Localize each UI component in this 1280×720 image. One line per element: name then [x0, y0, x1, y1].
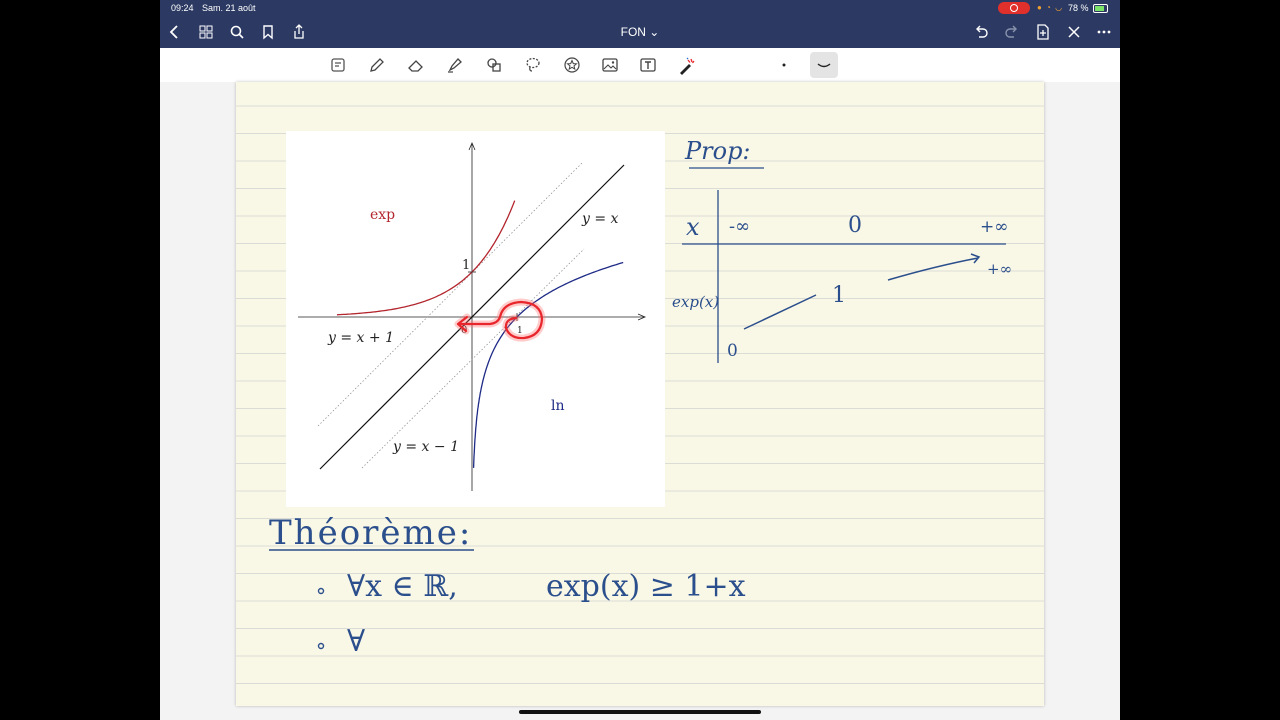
status-bar: 09:24 Sam. 21 août ● ◔ ◡ 78 % — [160, 0, 1120, 17]
variation-arrow-2 — [887, 253, 981, 281]
status-time: 09:24 — [171, 3, 194, 13]
lasso-tool[interactable] — [519, 52, 547, 78]
close-button[interactable] — [1062, 17, 1086, 48]
home-indicator[interactable] — [519, 710, 761, 714]
document-title[interactable]: FON ⌄ — [600, 17, 680, 48]
text-box-icon — [640, 58, 656, 72]
share-button[interactable] — [287, 17, 311, 48]
lasso-icon — [526, 57, 540, 72]
variation-arrow-1 — [743, 294, 817, 330]
tool-bar — [160, 48, 1120, 83]
add-page-button[interactable] — [1031, 17, 1055, 48]
image-icon — [602, 58, 618, 72]
pen-icon — [370, 58, 384, 72]
reader-icon — [331, 58, 345, 72]
screen-recording-icon — [998, 2, 1030, 14]
table-value-zero: 0 — [727, 341, 738, 361]
bookmark-button[interactable] — [256, 17, 280, 48]
ipad-screen: 09:24 Sam. 21 août ● ◔ ◡ 78 % FON ⌄ exp … — [160, 0, 1120, 720]
redo-icon — [1005, 25, 1017, 38]
handwritten-notes: Prop: x -∞ 0 +∞ exp(x) 0 1 +∞ Théorème: — [269, 137, 1012, 659]
back-button[interactable] — [163, 17, 187, 48]
add-page-icon — [1037, 24, 1049, 40]
thumbnails-button[interactable] — [194, 17, 218, 48]
bullet-1 — [317, 587, 325, 595]
text-tool[interactable] — [634, 52, 662, 78]
bullet2-text: ∀ — [347, 624, 365, 659]
elements-tool[interactable] — [558, 52, 586, 78]
star-sticker-icon — [564, 57, 580, 73]
notebook-page[interactable]: exp ln y = x y = x + 1 y = x − 1 1 0 1 P… — [236, 82, 1044, 706]
shapes-tool[interactable] — [480, 52, 508, 78]
more-icon — [1097, 30, 1111, 34]
redo-button[interactable] — [1000, 17, 1024, 48]
highlighter-tool[interactable] — [441, 52, 469, 78]
eraser-tool[interactable] — [402, 52, 430, 78]
undo-icon — [976, 25, 988, 38]
bullet1-inequality: exp(x) ≥ 1+x — [546, 569, 746, 604]
laser-pointer-icon — [680, 57, 695, 75]
table-minus-inf: -∞ — [729, 216, 750, 237]
more-button[interactable] — [1092, 17, 1116, 48]
table-plus-inf: +∞ — [980, 217, 1008, 237]
close-icon — [1068, 26, 1080, 38]
grid-icon — [199, 25, 213, 39]
status-date: Sam. 21 août — [202, 3, 256, 13]
search-icon — [230, 25, 244, 39]
bullet1-forall: ∀x ∈ ℝ, — [347, 569, 458, 604]
table-value-one: 1 — [832, 283, 846, 308]
dot-size-icon — [782, 63, 786, 67]
indicator-dots-icon: ● ◔ ◡ — [1037, 3, 1064, 12]
pen-tool[interactable] — [363, 52, 391, 78]
search-button[interactable] — [225, 17, 249, 48]
prop-title: Prop: — [684, 137, 751, 165]
shapes-icon — [487, 58, 501, 72]
table-zero: 0 — [848, 213, 862, 238]
read-only-tool[interactable] — [324, 52, 352, 78]
chevron-left-icon — [169, 25, 178, 39]
table-x-label: x — [686, 213, 700, 241]
share-icon — [294, 24, 304, 39]
table-exp-label: exp(x) — [672, 293, 719, 311]
image-tool[interactable] — [596, 52, 624, 78]
battery-icon — [1093, 4, 1108, 13]
battery-percent: 78 % — [1068, 3, 1089, 13]
highlighter-icon — [448, 58, 462, 73]
pen-size-small[interactable] — [770, 52, 798, 78]
eraser-icon — [408, 60, 423, 72]
bullet-2 — [317, 642, 325, 650]
navigation-bar: FON ⌄ — [160, 17, 1120, 48]
pen-size-medium[interactable] — [810, 52, 838, 78]
bookmark-icon — [263, 25, 273, 40]
undo-button[interactable] — [969, 17, 993, 48]
theorem-title: Théorème: — [269, 513, 472, 553]
stroke-size-icon — [817, 63, 831, 68]
table-value-plus-inf: +∞ — [987, 260, 1012, 278]
laser-pointer-tool[interactable] — [673, 52, 701, 78]
